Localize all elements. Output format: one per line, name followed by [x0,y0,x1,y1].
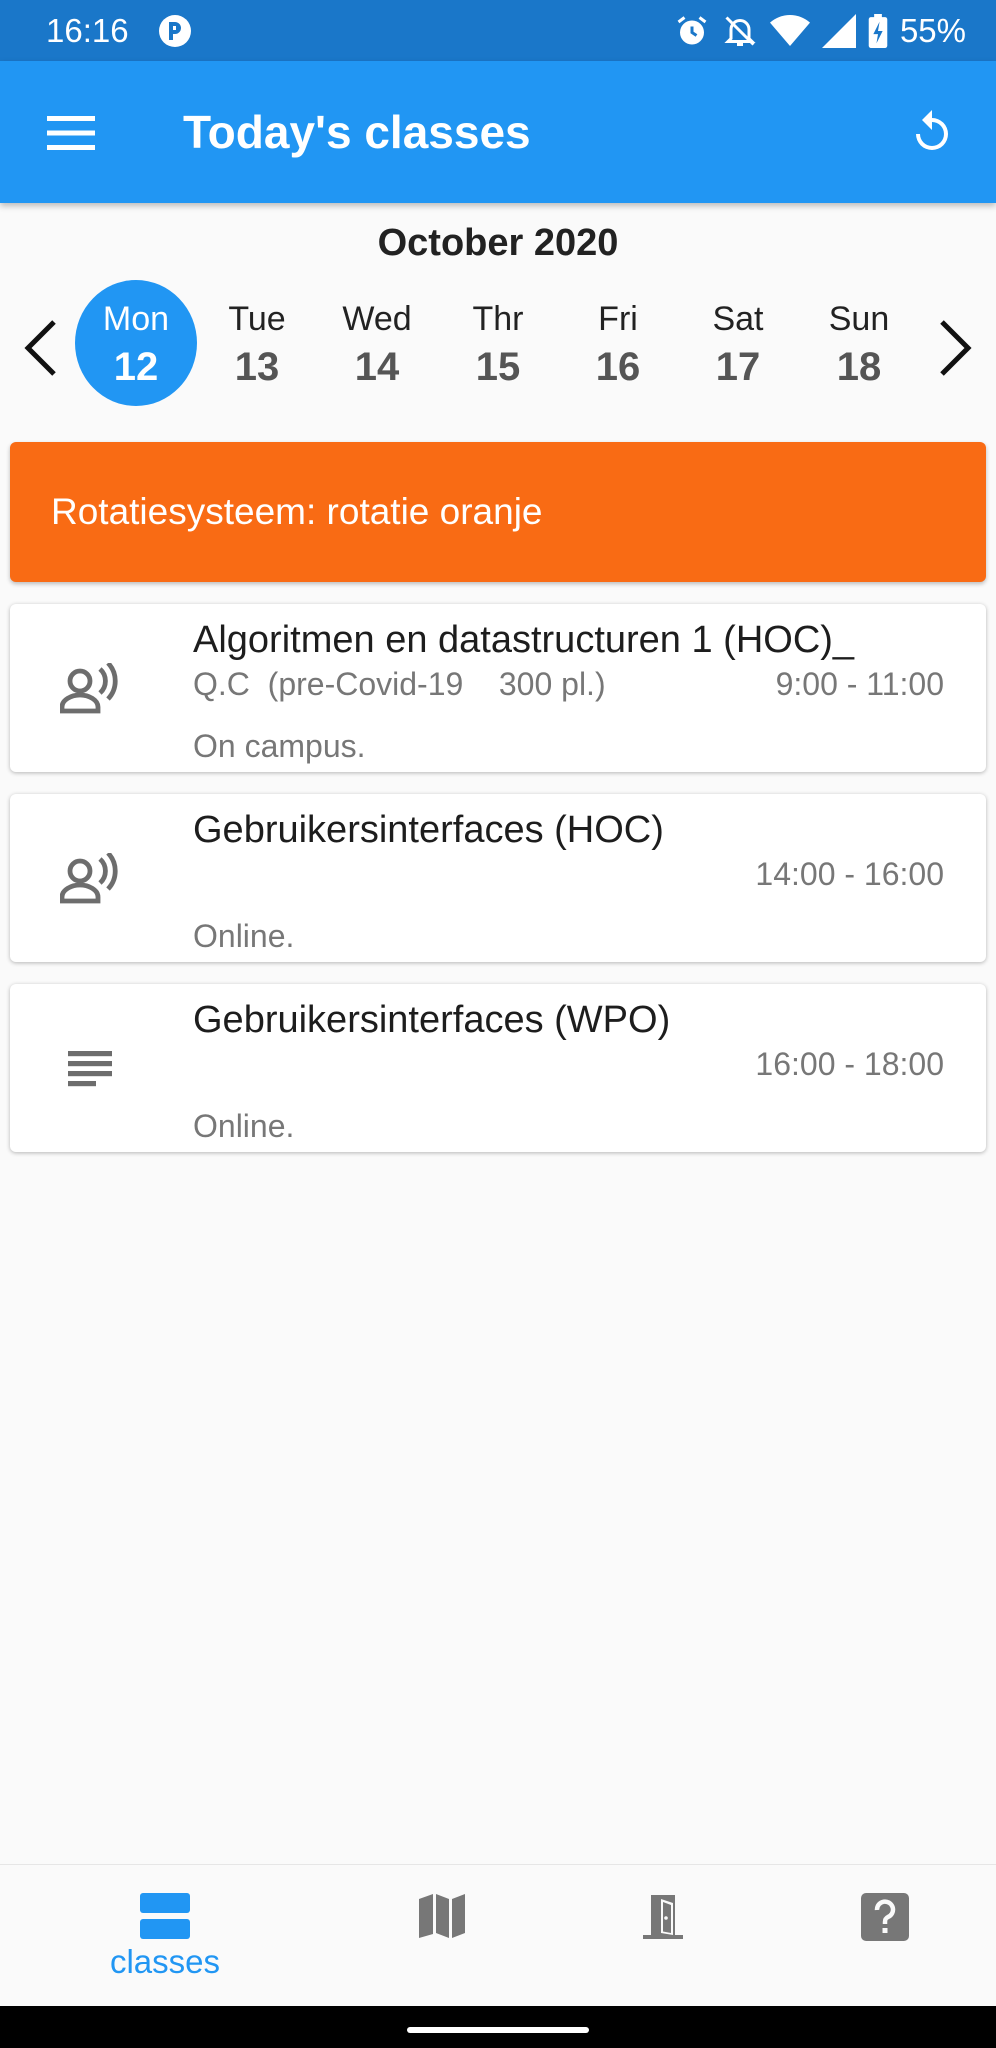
day-thr[interactable]: Thr 15 [437,280,559,406]
rotation-banner: Rotatiesysteem: rotatie oranje [10,442,986,582]
next-week-button[interactable] [928,312,984,384]
class-title: Algoritmen en datastructuren 1 (HOC)_ [193,619,855,661]
bottom-navigation: classes [0,1864,996,2006]
page-title: Today's classes [183,106,531,158]
day-name: Fri [598,300,638,338]
alarm-icon [674,13,710,49]
menu-button[interactable] [38,103,104,163]
app-notification-icon [157,13,193,49]
lecture-icon [50,844,130,914]
status-left: 16:16 [46,12,193,50]
classes-icon [140,1893,190,1939]
gesture-bar [0,2006,996,2048]
wifi-icon [769,14,810,48]
bell-off-icon [722,13,758,49]
day-name: Tue [228,300,286,338]
day-name: Wed [342,300,412,338]
class-time: 9:00 - 11:00 [775,666,944,702]
day-number: 12 [113,345,159,389]
day-fri[interactable]: Fri 16 [557,280,679,406]
app-bar: Today's classes [0,61,996,203]
status-bar: 16:16 55% [0,0,996,61]
banner-text: Rotatiesysteem: rotatie oranje [51,491,543,532]
nav-help[interactable] [803,1865,967,2007]
class-title: Gebruikersinterfaces (HOC) [193,809,664,851]
chevron-right-icon [940,320,972,376]
previous-week-button[interactable] [12,312,68,384]
lecture-icon [50,654,130,724]
day-sun[interactable]: Sun 18 [798,280,920,406]
status-right: 55% [674,12,966,50]
chevron-left-icon [24,320,56,376]
class-card[interactable]: Gebruikersinterfaces (WPO) 16:00 - 18:00… [10,984,986,1152]
refresh-button[interactable] [896,99,968,165]
class-time: 16:00 - 18:00 [755,1046,944,1082]
day-mon[interactable]: Mon 12 [75,280,197,406]
class-time: 14:00 - 16:00 [755,856,944,892]
battery-charging-icon [868,13,888,48]
day-name: Sun [828,300,890,338]
day-name: Mon [102,300,170,338]
notes-icon [50,1034,130,1104]
map-icon [419,1894,465,1938]
nav-map[interactable] [360,1865,524,2007]
class-title: Gebruikersinterfaces (WPO) [193,999,671,1041]
status-time: 16:16 [46,11,129,49]
menu-icon [47,116,95,150]
class-card[interactable]: Gebruikersinterfaces (HOC) 14:00 - 16:00… [10,794,986,962]
refresh-icon [916,110,948,150]
day-name: Sat [712,300,764,338]
signal-icon [821,13,856,48]
day-tue[interactable]: Tue 13 [196,280,318,406]
day-sat[interactable]: Sat 17 [677,280,799,406]
day-number: 16 [595,345,641,389]
room-door-icon [643,1895,683,1939]
day-name: Thr [472,300,524,338]
day-number: 14 [354,345,400,389]
class-mode: Online. [193,918,295,954]
day-number: 18 [836,345,882,389]
month-title: October 2020 [377,222,619,264]
day-number: 13 [234,345,280,389]
class-mode: Online. [193,1108,295,1144]
day-wed[interactable]: Wed 14 [316,280,438,406]
class-card[interactable]: Algoritmen en datastructuren 1 (HOC)_ Q.… [10,604,986,772]
nav-classes-label: classes [109,1943,221,1980]
battery-percent: 55% [899,11,966,49]
nav-rooms[interactable] [581,1865,745,2007]
class-location: Q.C (pre-Covid-19 300 pl.) [193,666,606,702]
day-number: 15 [475,345,521,389]
class-mode: On campus. [193,728,366,764]
nav-classes[interactable]: classes [83,1865,247,2007]
help-icon [861,1893,909,1941]
home-gesture-handle[interactable] [407,2027,589,2033]
day-number: 17 [715,345,761,389]
